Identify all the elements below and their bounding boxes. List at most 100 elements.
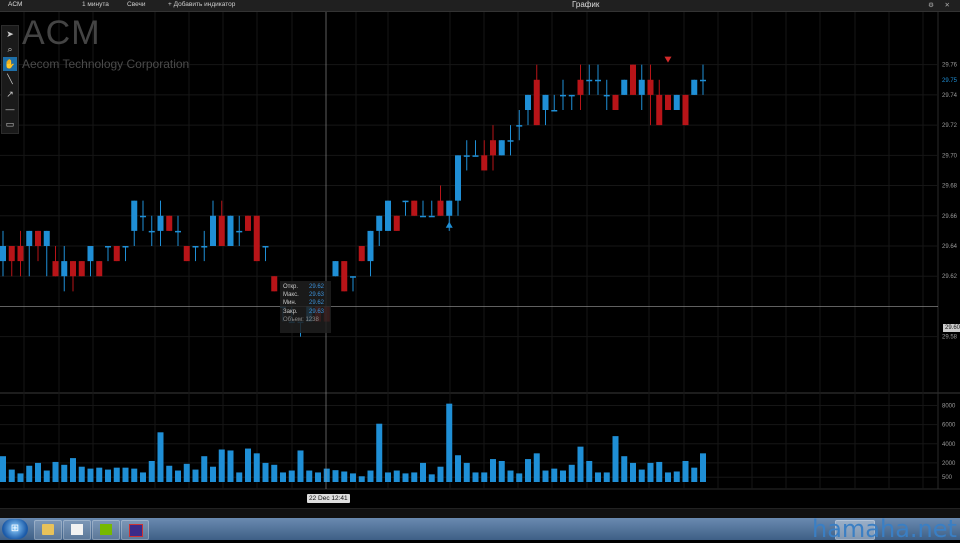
volume-bar [498, 460, 505, 482]
candle-body [131, 200, 138, 231]
volume-bar [367, 470, 374, 482]
volume-bar [315, 472, 321, 482]
high-value: 29.63 [309, 292, 325, 299]
high-label: Макс. [283, 292, 299, 299]
volume-bar [595, 472, 601, 482]
volume-bar [638, 469, 645, 482]
volume-bar [665, 472, 671, 482]
price-tick-label: 29.64 [942, 244, 958, 250]
volume-bar [148, 460, 155, 482]
volume-bar [192, 469, 199, 482]
candle-body [350, 276, 356, 278]
close-icon[interactable]: ✕ [945, 1, 950, 9]
price-chart[interactable]: 29.76 29.74 29.72 29.70 29.68 29.66 29.64 29.62… [0, 12, 960, 490]
candle-body [271, 276, 278, 292]
line-icon[interactable]: ╲ [3, 72, 17, 86]
nvidia-taskbar-icon[interactable] [92, 520, 120, 540]
candle-body [621, 79, 628, 95]
candle-body [516, 125, 523, 127]
price-tick-label: 29.72 [942, 123, 958, 129]
candle-body [43, 230, 50, 246]
volume-bar [70, 458, 76, 482]
candle-body [542, 94, 549, 110]
candle-body [35, 230, 41, 246]
volume-bar [201, 456, 208, 482]
candle-body [393, 215, 400, 231]
pointer-icon[interactable]: ➤ [3, 27, 17, 41]
volume-bar [122, 467, 129, 482]
symbol-label[interactable]: ACM [8, 1, 22, 8]
volume-bar [586, 460, 593, 482]
candle-body [358, 246, 365, 262]
candle-body [481, 155, 488, 171]
candle-body [402, 200, 409, 203]
volume-bar [17, 473, 24, 482]
volume-bar [656, 461, 663, 482]
gear-icon[interactable]: ⚙ [928, 1, 934, 9]
candle-body [122, 246, 129, 248]
volume-bar [218, 449, 225, 482]
volume-bar [568, 464, 575, 482]
candle-body [638, 79, 645, 95]
candle-body [148, 230, 155, 233]
candle-body [700, 79, 706, 82]
candle-body [78, 261, 85, 277]
volume-bar [288, 470, 295, 482]
candle-body [656, 94, 663, 126]
candle-body [8, 246, 15, 262]
volume-bar [376, 423, 383, 482]
hand-icon[interactable]: ✋ [3, 57, 17, 71]
volume-tick-label: 4000 [942, 442, 956, 448]
volume-bar [96, 467, 103, 482]
site-watermark: hamaha.net [812, 515, 957, 543]
chart-type-dropdown[interactable]: Свечи [127, 1, 146, 8]
volume-bar [262, 462, 269, 482]
document-taskbar-icon[interactable] [63, 520, 91, 540]
rectangle-icon[interactable]: ▭ [3, 117, 17, 131]
volume-bar [393, 470, 400, 482]
hline-icon[interactable]: — [3, 102, 17, 116]
volume-bar [577, 446, 584, 482]
volume-readout: Объем: 1238 [283, 316, 319, 323]
candle-body [428, 215, 435, 218]
window-topbar: ACM 1 минута Свечи + Добавить индикатор … [0, 0, 960, 12]
price-tick-label: 29.68 [942, 184, 958, 190]
chart-area[interactable]: 29.76 29.74 29.72 29.70 29.68 29.66 29.64 29.62… [0, 12, 960, 490]
explorer-taskbar-icon[interactable] [34, 520, 62, 540]
candle-body [507, 140, 514, 142]
window-title: График [572, 0, 600, 9]
ray-icon[interactable]: ↗ [3, 87, 17, 101]
candle-body [682, 94, 689, 126]
candle-body [577, 79, 584, 95]
candle-body [385, 200, 391, 231]
volume-tick-label: 2000 [942, 461, 956, 467]
volume-bar [280, 472, 286, 482]
candle-body [227, 215, 234, 246]
trading-app-taskbar-icon[interactable] [121, 520, 149, 540]
open-label: Откр. [283, 284, 299, 290]
volume-bar [0, 456, 6, 482]
volume-bar [603, 472, 610, 482]
price-tick-label: 29.58 [942, 335, 958, 341]
volume-bar [8, 469, 15, 482]
candle-body [52, 261, 59, 277]
volume-bar [411, 472, 418, 482]
buy-signal-arrow [445, 221, 453, 228]
volume-bar [61, 464, 68, 482]
candle-body [175, 230, 181, 233]
start-button[interactable]: ⊞ [2, 519, 28, 539]
candle-body [586, 79, 593, 82]
volume-bar [455, 455, 461, 482]
candle-body [525, 94, 531, 110]
volume-bar [630, 462, 636, 482]
candle-body [367, 230, 374, 262]
candle-body [61, 261, 68, 277]
add-indicator-button[interactable]: + Добавить индикатор [168, 1, 235, 8]
volume-bar [52, 461, 59, 482]
candle-body [70, 261, 76, 277]
candle-body [455, 155, 461, 201]
candle-body [665, 94, 671, 110]
zoom-icon[interactable]: ⌕ [3, 42, 17, 56]
candle-body [647, 79, 654, 95]
interval-dropdown[interactable]: 1 минута [82, 1, 109, 8]
